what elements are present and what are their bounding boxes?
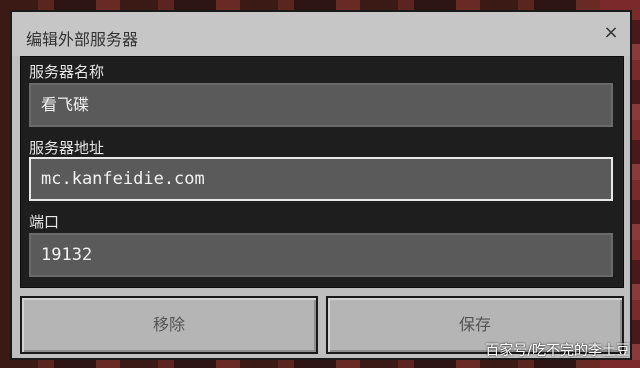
server-name-label: 服务器名称 xyxy=(29,63,105,81)
server-name-input[interactable]: 看飞碟 xyxy=(29,83,613,127)
dialog-title: 编辑外部服务器 xyxy=(26,30,139,49)
watermark-text: 百家号/吃不完的李土豆 xyxy=(485,343,630,359)
port-input[interactable]: 19132 xyxy=(29,233,613,277)
form-panel: 服务器名称 看飞碟 服务器地址 mc.kanfeidie.com 端口 1913… xyxy=(20,56,624,288)
edit-server-dialog: 编辑外部服务器 × 服务器名称 看飞碟 服务器地址 mc.kanfeidie.c… xyxy=(10,10,632,360)
server-address-label: 服务器地址 xyxy=(29,139,105,157)
close-icon[interactable]: × xyxy=(602,24,620,42)
dialog-titlebar: 编辑外部服务器 × xyxy=(12,12,630,56)
port-label: 端口 xyxy=(29,213,60,231)
server-address-input[interactable]: mc.kanfeidie.com xyxy=(29,157,613,201)
remove-button[interactable]: 移除 xyxy=(20,296,318,354)
